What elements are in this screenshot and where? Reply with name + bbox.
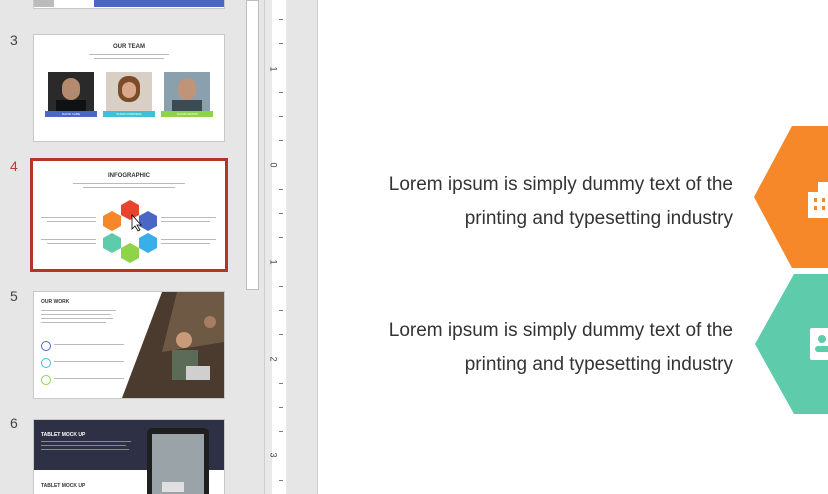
member-2-label: SUSAN FERRERA (103, 111, 155, 117)
slide-6-subtitle: TABLET MOCK UP (41, 483, 86, 489)
hexagon-infographic-mini (103, 200, 157, 263)
slide-5-photo (122, 292, 224, 398)
slide-canvas[interactable]: Lorem ipsum is simply dummy text of the … (317, 0, 828, 494)
member-1-label: DAVID CABE (45, 111, 97, 117)
tablet-mockup (147, 428, 209, 494)
slide-number-3: 3 (10, 32, 18, 48)
team-photo-1 (48, 72, 94, 112)
scrollbar-thumb[interactable] (246, 0, 259, 290)
ruler-label: 2 (268, 356, 279, 362)
thumbnail-scrollbar[interactable] (244, 0, 262, 494)
infographic-hexagons (754, 126, 828, 414)
ruler-label: 0 (268, 162, 279, 168)
slide-number-6: 6 (10, 415, 18, 431)
team-photo-2 (106, 72, 152, 112)
slide-5-title: OUR WORK (41, 299, 70, 305)
slide-thumbnail-panel: 3 OUR TEAM DAVID CABE SUSAN FERRERA JACO… (0, 0, 262, 494)
slide-4-title: INFOGRAPHIC (108, 173, 150, 179)
slide-thumbnail-3[interactable]: OUR TEAM DAVID CABE SUSAN FERRERA JACOB … (33, 34, 225, 142)
slide-number-5: 5 (10, 288, 18, 304)
slide-thumbnail-5[interactable]: OUR WORK (33, 291, 225, 399)
slide-number-4: 4 (10, 158, 18, 174)
slide-6-title: TABLET MOCK UP (41, 432, 86, 438)
slide-thumbnail-2[interactable] (33, 0, 225, 9)
member-3-label: JACOB ADAMS (161, 111, 213, 117)
slide-3-title: OUR TEAM (113, 44, 145, 50)
vertical-ruler: 1 0 1 2 3 (264, 0, 287, 494)
infographic-text-2[interactable]: Lorem ipsum is simply dummy text of the … (353, 314, 733, 382)
ruler-label: 1 (268, 259, 279, 265)
ruler-label: 1 (268, 66, 279, 72)
contact-card-icon (810, 328, 828, 360)
slide-thumbnail-4[interactable]: INFOGRAPHIC (30, 158, 228, 272)
team-photo-3 (164, 72, 210, 112)
slide-thumbnail-6[interactable]: TABLET MOCK UP TABLET MOCK UP (33, 419, 225, 494)
ruler-label: 3 (268, 452, 279, 458)
infographic-text-1[interactable]: Lorem ipsum is simply dummy text of the … (353, 168, 733, 236)
